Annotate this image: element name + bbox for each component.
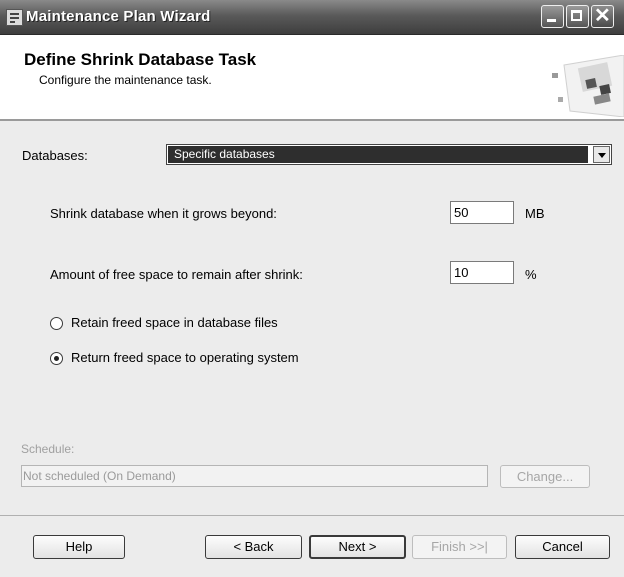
window-title: Maintenance Plan Wizard [26,8,211,25]
shrink-threshold-input[interactable]: 50 [450,201,514,224]
free-space-input[interactable]: 10 [450,261,514,284]
wizard-graphic-icon [552,55,624,117]
minimize-button[interactable] [541,5,564,28]
retain-space-radio[interactable] [50,317,63,330]
return-space-label[interactable]: Return freed space to operating system [71,350,299,365]
minimize-icon [547,19,556,22]
close-button[interactable]: ✕ [591,5,614,28]
maximize-button[interactable] [566,5,589,28]
task-options-panel: Databases: Specific databases Shrink dat… [0,121,624,515]
help-button[interactable]: Help [33,535,125,559]
databases-label: Databases: [22,148,88,163]
schedule-label: Schedule: [21,442,75,456]
databases-selected-value: Specific databases [168,146,588,163]
title-bar[interactable]: Maintenance Plan Wizard ✕ [0,0,624,35]
close-icon: ✕ [594,5,611,27]
radio-selected-dot [54,356,59,361]
return-space-radio[interactable] [50,352,63,365]
wizard-footer: Help < Back Next > Finish >>| Cancel [0,515,624,577]
finish-button[interactable]: Finish >>| [412,535,507,559]
wizard-header: Define Shrink Database Task Configure th… [0,35,624,121]
page-title: Define Shrink Database Task [24,50,257,69]
change-schedule-button[interactable]: Change... [500,465,590,488]
back-button[interactable]: < Back [205,535,302,559]
retain-space-label[interactable]: Retain freed space in database files [71,315,278,330]
app-icon[interactable] [6,9,23,26]
chevron-down-icon[interactable] [593,146,610,163]
next-button[interactable]: Next > [309,535,406,559]
page-subtitle: Configure the maintenance task. [39,73,212,87]
schedule-field: Not scheduled (On Demand) [21,465,488,487]
shrink-threshold-unit: MB [525,206,545,221]
free-space-unit: % [525,267,537,282]
free-space-label: Amount of free space to remain after shr… [50,267,303,282]
maximize-icon [571,10,582,21]
cancel-button[interactable]: Cancel [515,535,610,559]
shrink-threshold-label: Shrink database when it grows beyond: [50,206,277,221]
databases-dropdown[interactable]: Specific databases [166,144,612,165]
